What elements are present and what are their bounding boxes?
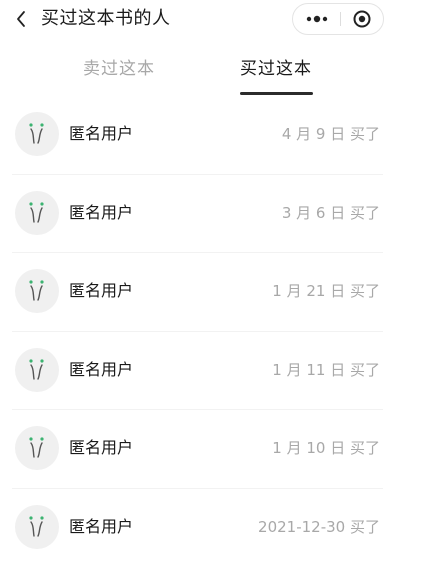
page-title: 买过这本书的人 [41, 8, 171, 29]
buyer-name: 匿名用户 [69, 438, 134, 457]
more-dots-icon [306, 15, 327, 23]
buyer-name: 匿名用户 [69, 281, 134, 300]
purchase-date: 4 月 9 日 买了 [281, 125, 380, 143]
purchase-date: 1 月 21 日 买了 [272, 282, 380, 300]
buyer-row[interactable]: 匿名用户 2021-12-30 买了 [0, 489, 423, 568]
tab-bought[interactable]: 买过这本 [228, 56, 324, 82]
avatar [15, 426, 59, 470]
buyer-list: 匿名用户 4 月 9 日 买了 匿名用户 3 月 6 日 买了 匿名用户 1 月 21 日… [0, 96, 423, 567]
buyer-row[interactable]: 匿名用户 1 月 21 日 买了 [0, 253, 423, 332]
default-avatar-icon [29, 358, 44, 380]
default-avatar-icon [29, 437, 44, 458]
more-button[interactable] [293, 4, 340, 34]
purchase-date: 1 月 10 日 买了 [272, 439, 380, 457]
avatar [15, 347, 59, 392]
tab-sold[interactable]: 卖过这本 [70, 56, 168, 82]
default-avatar-icon [29, 123, 44, 144]
avatar [15, 190, 59, 235]
default-avatar-icon [29, 515, 44, 537]
target-circle-icon [353, 10, 371, 28]
buyer-row[interactable]: 匿名用户 4 月 9 日 买了 [0, 96, 423, 175]
buyer-row[interactable]: 匿名用户 1 月 10 日 买了 [0, 410, 423, 489]
buyer-row[interactable]: 匿名用户 3 月 6 日 买了 [0, 175, 423, 253]
avatar [15, 504, 59, 549]
back-button[interactable] [11, 8, 31, 30]
header: 买过这本书的人 [0, 0, 423, 40]
purchase-date: 3 月 6 日 买了 [281, 203, 380, 222]
purchase-date: 2021-12-30 买了 [258, 517, 380, 536]
mini-program-capsule [292, 3, 384, 35]
default-avatar-icon [29, 280, 44, 301]
buyer-name: 匿名用户 [69, 124, 134, 143]
chevron-left-icon [17, 11, 25, 27]
close-button[interactable] [341, 4, 383, 34]
avatar [15, 269, 59, 313]
active-tab-indicator [240, 92, 313, 95]
avatar [15, 112, 59, 156]
buyer-name: 匿名用户 [69, 359, 134, 379]
buyer-row[interactable]: 匿名用户 1 月 11 日 买了 [0, 332, 423, 410]
default-avatar-icon [29, 201, 44, 223]
page: 买过这本书的人 卖过这本 买过这本 匿名用户 4 月 9 日 买了 匿名用户 3 月 … [0, 0, 423, 570]
buyer-name: 匿名用户 [69, 202, 134, 222]
purchase-date: 1 月 11 日 买了 [272, 360, 380, 379]
buyer-name: 匿名用户 [69, 516, 134, 536]
